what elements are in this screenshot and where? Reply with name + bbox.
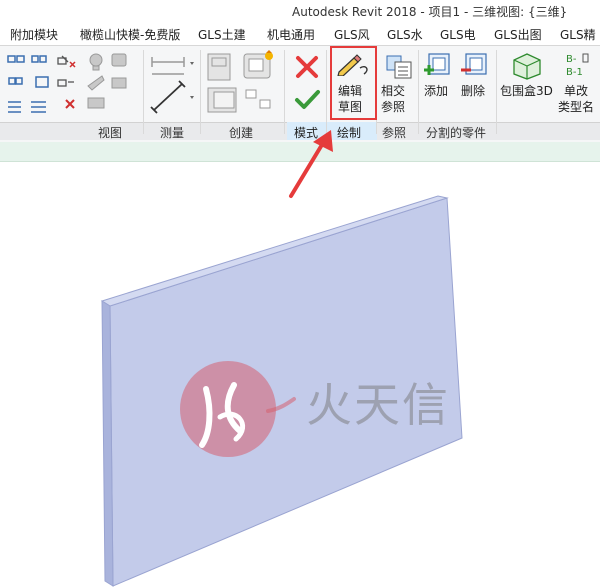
tab-gls-air[interactable]: GLS风 — [334, 26, 370, 43]
tab-gls-drawing[interactable]: GLS出图 — [494, 26, 542, 43]
panel-label-reference: 参照 — [382, 126, 407, 140]
panel-separator — [418, 50, 419, 134]
view-tools-icon[interactable] — [6, 52, 78, 118]
delete-part-button[interactable]: 删除 — [457, 46, 493, 102]
tab-gls-civil[interactable]: GLS土建 — [198, 26, 246, 43]
intersect-reference-icon — [386, 55, 412, 79]
panel-label-draw: 绘制 — [337, 126, 362, 140]
finish-edit-mode-button[interactable] — [292, 84, 322, 116]
intersect-label-line1: 相交 — [381, 84, 406, 98]
panel-label-parts: 分割的零件 — [426, 126, 487, 140]
intersect-label-line2: 参照 — [381, 100, 406, 114]
create-tools-icon[interactable] — [204, 50, 284, 118]
bounding-box-label: 包围盒3D — [500, 84, 553, 98]
watermark-logo-icon — [180, 361, 296, 457]
wall-panel-3d[interactable] — [0, 163, 600, 588]
svg-text:B-: B- — [566, 54, 577, 65]
panel-separator — [496, 50, 497, 134]
delete-part-icon — [461, 53, 487, 75]
3d-viewport[interactable]: 火天信 — [0, 163, 600, 588]
window-title: Autodesk Revit 2018 - 项目1 - 三维视图: {三维} — [292, 5, 568, 19]
panel-label-view: 视图 — [98, 126, 123, 140]
ribbon-panel-area: 视图 测量 创建 模式 编辑 草图 绘制 相交 参照 参照 添加 删除 分割的零… — [0, 46, 600, 142]
panel-separator — [326, 50, 327, 134]
tab-gls-electric[interactable]: GLS电 — [440, 26, 476, 43]
tab-mep[interactable]: 机电通用 — [267, 26, 315, 43]
measure-icon[interactable] — [150, 52, 196, 116]
cancel-edit-mode-button[interactable] — [292, 52, 322, 80]
visibility-tools-icon[interactable] — [84, 50, 142, 116]
add-label: 添加 — [424, 84, 449, 98]
panel-label-mode: 模式 — [294, 126, 319, 140]
bounding-box-icon — [513, 53, 541, 80]
tab-olive-mountain[interactable]: 橄榄山快模-免费版 — [80, 26, 180, 43]
title-bar: Autodesk Revit 2018 - 项目1 - 三维视图: {三维} — [0, 0, 600, 22]
add-part-button[interactable]: 添加 — [420, 46, 456, 102]
panel-separator — [284, 50, 285, 134]
add-part-icon — [424, 53, 450, 75]
tab-addins[interactable]: 附加模块 — [10, 26, 58, 43]
panel-label-measure: 测量 — [160, 126, 185, 140]
panel-label-create: 创建 — [229, 126, 254, 140]
panel-separator — [143, 50, 144, 134]
highlight-box — [330, 46, 377, 120]
rename-label-line1: 单改 — [564, 84, 589, 98]
delete-label: 删除 — [461, 84, 486, 98]
watermark-text: 火天信 — [306, 378, 450, 432]
bb-label: B-1 — [566, 67, 583, 78]
rename-type-button[interactable]: B- B-1 单改 类型名 — [556, 46, 600, 118]
intersect-reference-button[interactable]: 相交 参照 — [378, 46, 418, 118]
panel-separator — [200, 50, 201, 134]
options-bar — [0, 142, 600, 162]
ribbon-tabs: 附加模块 橄榄山快模-免费版 GLS土建 机电通用 GLS风 GLS水 GLS电… — [0, 22, 600, 46]
tab-gls-precise[interactable]: GLS精 — [560, 26, 596, 43]
bounding-box-3d-button[interactable]: 包围盒3D — [498, 46, 556, 118]
rename-label-line2: 类型名 — [558, 100, 595, 114]
tab-gls-water[interactable]: GLS水 — [387, 26, 423, 43]
